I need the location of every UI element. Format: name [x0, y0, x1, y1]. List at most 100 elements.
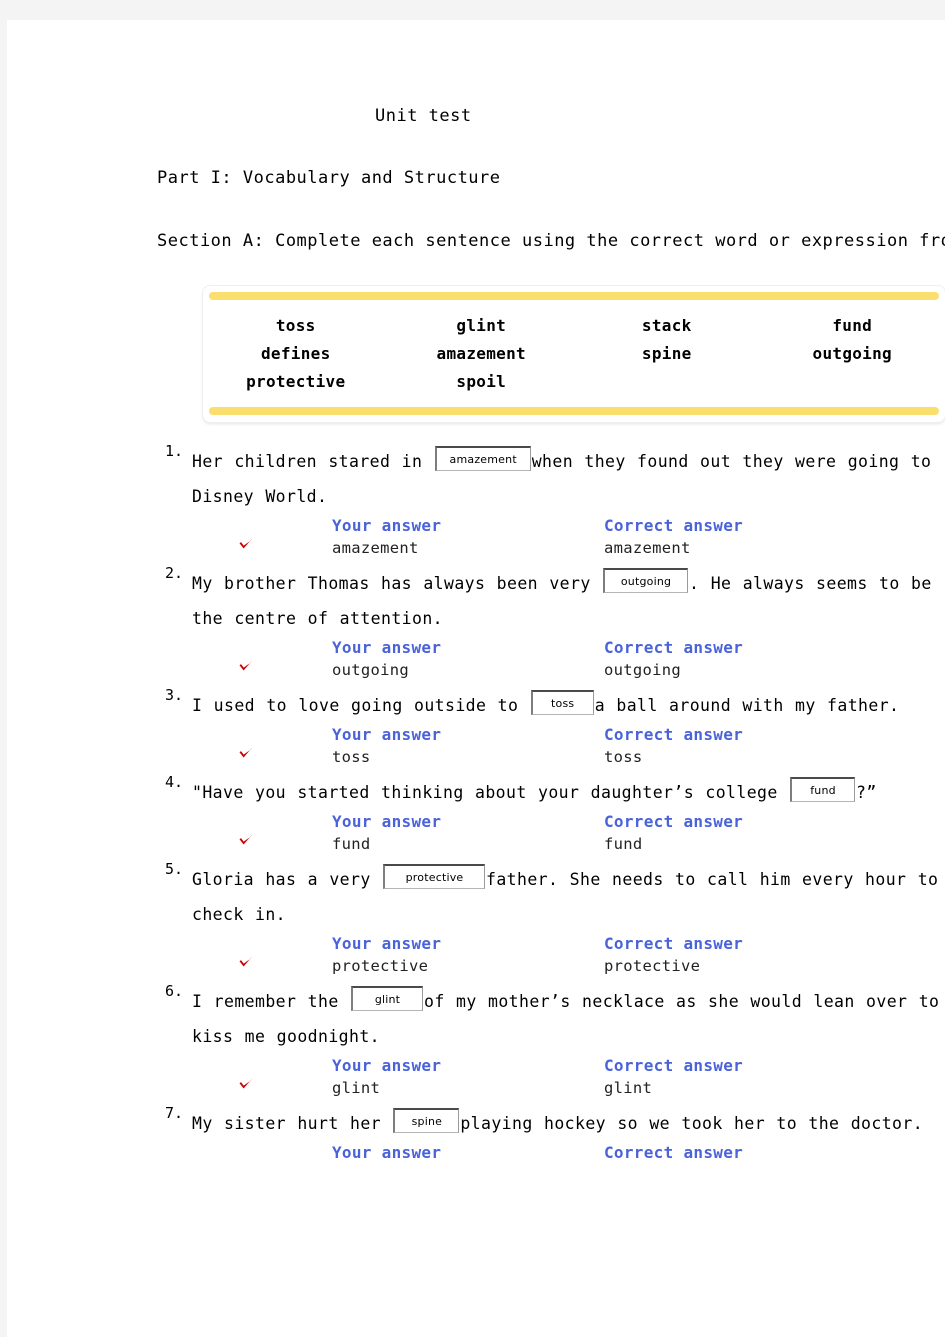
question-sentence: "Have you started thinking about your da…: [192, 775, 945, 810]
sentence-text-before: My brother Thomas has always been very: [192, 574, 603, 593]
question-number: 3.: [165, 686, 184, 704]
question-sentence: My brother Thomas has always been very o…: [192, 566, 945, 636]
word-bank-word: glint: [456, 316, 507, 335]
word-bank-row: toss glint stack fund: [203, 312, 945, 340]
your-answer-value: glint: [332, 1079, 381, 1097]
answer-input[interactable]: outgoing: [603, 568, 689, 593]
question-body: I used to love going outside to toss a ba…: [7, 688, 945, 723]
word-bank-word: protective: [246, 372, 346, 391]
section-heading: Section A: Complete each sentence using …: [157, 231, 945, 251]
answer-input[interactable]: toss: [530, 690, 594, 715]
answer-report: Your answer Correct answer toss toss: [7, 725, 945, 775]
question-item: 4. "Have you started thinking about your …: [7, 775, 945, 862]
check-mark-icon: [238, 833, 254, 847]
question-body: My brother Thomas has always been very o…: [7, 566, 945, 636]
word-bank-box: toss glint stack fund defines amazement spine o…: [203, 286, 945, 422]
your-answer-label: Your answer: [332, 1056, 442, 1075]
question-sentence: Her children stared in amazement when the…: [192, 444, 945, 514]
your-answer-label: Your answer: [332, 1143, 442, 1162]
your-answer-label: Your answer: [332, 725, 442, 744]
correct-answer-value: glint: [604, 1079, 653, 1097]
answer-report: Your answer Correct answer outgoing outgoin…: [7, 638, 945, 688]
word-bank-word: outgoing: [812, 344, 892, 363]
correct-answer-label: Correct answer: [604, 516, 744, 535]
check-mark-icon: [238, 659, 254, 673]
your-answer-value: toss: [332, 748, 371, 766]
question-body: I remember the glint of my mother’s neckl…: [7, 984, 945, 1054]
correct-answer-label: Correct answer: [604, 812, 744, 831]
question-sentence: I remember the glint of my mother’s neckl…: [192, 984, 945, 1054]
question-body: "Have you started thinking about your da…: [7, 775, 945, 810]
question-sentence: My sister hurt her spine playing hockey s…: [192, 1106, 945, 1141]
sentence-text-before: "Have you started thinking about your da…: [192, 783, 790, 802]
question-sentence: I used to love going outside to toss a ba…: [192, 688, 945, 723]
answer-report: Your answer Correct answer fund fund: [7, 812, 945, 862]
sentence-text-before: Her children stared in: [192, 452, 434, 471]
answer-report: Your answer Correct answer glint glint: [7, 1056, 945, 1106]
sentence-text-before: I remember the: [192, 992, 351, 1011]
document-page: Unit test Part I: Vocabulary and Structu…: [7, 20, 945, 1337]
your-answer-label: Your answer: [332, 934, 442, 953]
question-number: 1.: [165, 442, 184, 460]
correct-answer-label: Correct answer: [604, 1056, 744, 1075]
question-item: 1. Her children stared in amazement when t…: [7, 444, 945, 566]
correct-answer-value: outgoing: [604, 661, 682, 679]
question-item: 5. Gloria has a very protective father. Sh…: [7, 862, 945, 984]
word-bank-empty: [760, 368, 945, 396]
your-answer-value: amazement: [332, 539, 419, 557]
check-mark-icon: [238, 537, 254, 551]
correct-answer-value: toss: [604, 748, 643, 766]
correct-answer-label: Correct answer: [604, 1143, 744, 1162]
your-answer-value: fund: [332, 835, 371, 853]
answer-input[interactable]: spine: [393, 1108, 460, 1133]
word-bank-word: defines: [260, 344, 331, 363]
answer-input[interactable]: glint: [351, 986, 424, 1011]
answer-input[interactable]: fund: [790, 777, 856, 802]
sentence-text-after: ?”: [856, 783, 877, 802]
check-mark-icon: [238, 746, 254, 760]
question-number: 4.: [165, 773, 184, 791]
question-number: 2.: [165, 564, 184, 582]
word-bank-words: toss glint stack fund defines amazement spine o…: [203, 300, 945, 407]
question-item: 3. I used to love going outside to toss a …: [7, 688, 945, 775]
part-heading: Part I: Vocabulary and Structure: [157, 168, 501, 188]
question-body: Gloria has a very protective father. She …: [7, 862, 945, 932]
word-bank-word: stack: [641, 316, 692, 335]
answer-input[interactable]: protective: [383, 864, 486, 889]
correct-answer-value: protective: [604, 957, 701, 975]
sentence-text-before: I used to love going outside to: [192, 696, 530, 715]
correct-answer-label: Correct answer: [604, 638, 744, 657]
check-mark-icon: [238, 1077, 254, 1091]
sentence-text-before: Gloria has a very: [192, 870, 383, 889]
document-body: Unit test Part I: Vocabulary and Structu…: [7, 20, 945, 1193]
correct-answer-value: amazement: [604, 539, 691, 557]
correct-answer-label: Correct answer: [604, 934, 744, 953]
question-item: 6. I remember the glint of my mother’s nec…: [7, 984, 945, 1106]
your-answer-value: protective: [332, 957, 429, 975]
word-bank-row: defines amazement spine outgoing: [203, 340, 945, 368]
sentence-text-before: My sister hurt her: [192, 1114, 393, 1133]
page-title: Unit test: [375, 106, 472, 126]
answer-report: Your answer Correct answer amazement amazem…: [7, 516, 945, 566]
question-body: Her children stared in amazement when the…: [7, 444, 945, 514]
correct-answer-label: Correct answer: [604, 725, 744, 744]
your-answer-label: Your answer: [332, 638, 442, 657]
question-number: 5.: [165, 860, 184, 878]
word-bank-word: toss: [275, 316, 316, 335]
your-answer-label: Your answer: [332, 516, 442, 535]
question-body: My sister hurt her spine playing hockey s…: [7, 1106, 945, 1141]
word-bank-top-bar: [209, 292, 939, 300]
sentence-text-after: a ball around with my father.: [594, 696, 900, 715]
word-bank-empty: [574, 368, 760, 396]
word-bank-word: fund: [832, 316, 873, 335]
answer-report: Your answer Correct answer: [7, 1143, 945, 1193]
question-list: 1. Her children stared in amazement when t…: [7, 444, 945, 1193]
question-number: 7.: [165, 1104, 184, 1122]
correct-answer-value: fund: [604, 835, 643, 853]
check-mark-icon: [238, 955, 254, 969]
your-answer-label: Your answer: [332, 812, 442, 831]
sentence-text-after: playing hockey so we took her to the doc…: [460, 1114, 924, 1133]
word-bank-word: amazement: [436, 344, 526, 363]
answer-input[interactable]: amazement: [434, 446, 531, 471]
question-item: 7. My sister hurt her spine playing hockey…: [7, 1106, 945, 1193]
